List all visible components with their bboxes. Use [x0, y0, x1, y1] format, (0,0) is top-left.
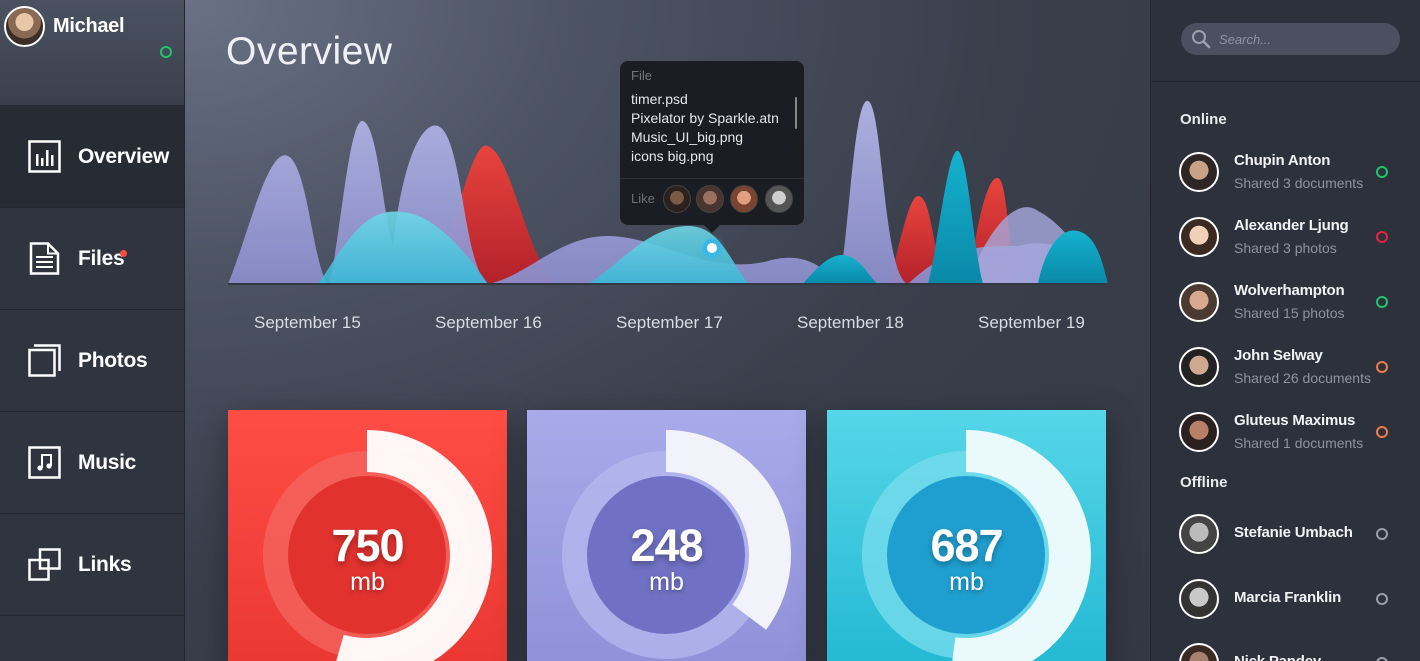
contact-name: Alexander Ljung [1234, 217, 1349, 234]
date-label: September 18 [797, 313, 904, 332]
nav-label-music: Music [78, 450, 137, 474]
bar-chart-icon [28, 140, 61, 173]
storage-value: 750 [331, 520, 404, 571]
file-item[interactable]: Pixelator by Sparkle.atn [631, 109, 793, 128]
nav-label-overview: Overview [78, 144, 169, 168]
user-name: Michael [53, 15, 125, 37]
status-indicator-icon [1376, 657, 1388, 661]
contact-name: Gluteus Maximus [1234, 412, 1356, 429]
status-indicator-icon [1376, 361, 1388, 373]
status-indicator-icon [1376, 426, 1388, 438]
storage-unit: mb [949, 568, 984, 596]
music-icon [28, 446, 61, 479]
left-sidebar: Michael Overview Files Photos Music Link… [0, 0, 185, 661]
right-sidebar: Online Chupin Anton Shared 3 documents A… [1150, 0, 1420, 661]
date-label: September 17 [616, 313, 723, 332]
nav-item-links[interactable]: Links [0, 514, 184, 616]
liker-avatar[interactable] [696, 185, 724, 213]
contact-item[interactable]: Marcia Franklin [1179, 579, 1394, 619]
date-label: September 19 [978, 313, 1085, 332]
main-content: Overview September 15 September 16 Septe… [185, 0, 1150, 661]
contact-item[interactable]: Wolverhampton Shared 15 photos [1179, 282, 1394, 322]
nav-item-music[interactable]: Music [0, 412, 184, 514]
search-icon [1192, 30, 1211, 49]
tooltip-header: File [631, 68, 652, 83]
chart-point-marker[interactable] [703, 239, 721, 257]
contact-item[interactable]: Stefanie Umbach [1179, 514, 1394, 554]
contact-activity: Shared 26 documents [1234, 370, 1371, 386]
status-indicator-icon [1376, 231, 1388, 243]
contact-activity: Shared 15 photos [1234, 305, 1345, 321]
avatar[interactable] [1179, 347, 1219, 387]
date-label: September 15 [254, 313, 361, 332]
nav-item-overview[interactable]: Overview [0, 106, 184, 208]
storage-card-2[interactable]: 248 mb [527, 410, 806, 661]
online-section-title: Online [1180, 111, 1227, 128]
storage-unit: mb [649, 568, 684, 596]
avatar[interactable] [1179, 643, 1219, 661]
avatar[interactable] [1179, 152, 1219, 192]
contact-name: Chupin Anton [1234, 152, 1331, 169]
contact-name: Wolverhampton [1234, 282, 1345, 299]
contact-item[interactable]: Chupin Anton Shared 3 documents [1179, 152, 1394, 192]
contact-activity: Shared 3 photos [1234, 240, 1337, 256]
contact-name: Marcia Franklin [1234, 589, 1342, 606]
status-indicator-icon [1376, 166, 1388, 178]
search-bar[interactable] [1181, 23, 1400, 55]
contact-activity: Shared 1 documents [1234, 435, 1364, 451]
photos-icon [28, 344, 61, 377]
tooltip-file-list: timer.psd Pixelator by Sparkle.atn Music… [620, 90, 804, 166]
nav-label-files: Files [78, 246, 125, 270]
divider [620, 178, 804, 179]
nav-label-photos: Photos [78, 348, 148, 372]
divider [1151, 81, 1420, 82]
storage-card-3[interactable]: 687 mb [827, 410, 1106, 661]
contact-name: Stefanie Umbach [1234, 524, 1353, 541]
storage-value: 248 [630, 520, 703, 571]
date-label: September 16 [435, 313, 542, 332]
avatar[interactable] [1179, 217, 1219, 257]
contact-name: John Selway [1234, 347, 1323, 364]
file-tooltip: File timer.psd Pixelator by Sparkle.atn … [620, 61, 804, 233]
status-indicator-icon [1376, 593, 1388, 605]
file-item[interactable]: icons big.png [631, 147, 793, 166]
online-status-icon [160, 46, 172, 58]
contact-name: Nick Pandey [1234, 653, 1321, 661]
liker-avatar[interactable] [730, 185, 758, 213]
tooltip-scrollbar[interactable] [795, 97, 797, 129]
avatar[interactable] [1179, 579, 1219, 619]
status-indicator-icon [1376, 528, 1388, 540]
nav-label-links: Links [78, 552, 132, 576]
contact-item[interactable]: John Selway Shared 26 documents [1179, 347, 1394, 387]
offline-section-title: Offline [1180, 474, 1228, 491]
nav-item-photos[interactable]: Photos [0, 310, 184, 412]
storage-value: 687 [930, 520, 1003, 571]
tooltip-arrow [704, 225, 720, 233]
file-item[interactable]: timer.psd [631, 90, 793, 109]
links-icon [28, 548, 61, 581]
page-title: Overview [226, 30, 393, 73]
contact-item[interactable]: Gluteus Maximus Shared 1 documents [1179, 412, 1394, 452]
contact-activity: Shared 3 documents [1234, 175, 1364, 191]
avatar[interactable] [1179, 412, 1219, 452]
avatar[interactable] [4, 6, 45, 47]
nav-item-files[interactable]: Files [0, 208, 184, 310]
user-profile[interactable]: Michael [0, 0, 184, 106]
status-indicator-icon [1376, 296, 1388, 308]
document-icon [29, 242, 60, 275]
liker-avatar[interactable] [663, 185, 691, 213]
liker-avatar[interactable] [765, 185, 793, 213]
avatar[interactable] [1179, 282, 1219, 322]
like-label: Like [631, 191, 655, 206]
search-input[interactable] [1219, 31, 1399, 47]
storage-unit: mb [350, 568, 385, 596]
contact-item[interactable]: Alexander Ljung Shared 3 photos [1179, 217, 1394, 257]
file-item[interactable]: Music_UI_big.png [631, 128, 793, 147]
storage-card-1[interactable]: 750 mb [228, 410, 507, 661]
avatar[interactable] [1179, 514, 1219, 554]
contact-item[interactable]: Nick Pandey [1179, 643, 1394, 661]
notification-badge [120, 250, 127, 257]
